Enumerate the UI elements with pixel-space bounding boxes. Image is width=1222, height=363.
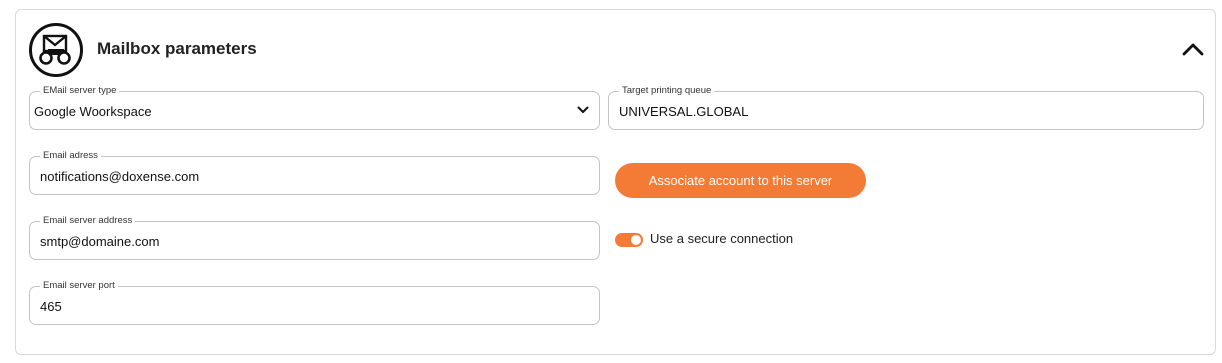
target-printing-queue-field[interactable]: Target printing queue UNIVERSAL.GLOBAL: [608, 85, 1204, 130]
secure-connection-toggle[interactable]: [615, 233, 643, 247]
collapse-button[interactable]: [1179, 37, 1207, 61]
email-server-address-label: Email server address: [40, 215, 136, 227]
email-server-port-label: Email server port: [40, 280, 118, 292]
target-printing-queue-label: Target printing queue: [619, 85, 715, 97]
chevron-down-icon: [577, 106, 589, 113]
secure-connection-label: Use a secure connection: [650, 231, 794, 246]
email-server-port-value: 465: [40, 299, 62, 314]
email-server-type-value: Google Woorkspace: [34, 104, 152, 119]
email-address-field[interactable]: Email adress notifications@doxense.com: [29, 150, 600, 195]
email-address-label: Email adress: [40, 150, 101, 162]
email-address-value: notifications@doxense.com: [40, 169, 200, 184]
chevron-up-icon: [1182, 43, 1204, 56]
email-server-address-value: smtp@domaine.com: [40, 234, 160, 249]
toggle-knob: [631, 235, 641, 245]
email-server-port-field[interactable]: Email server port 465: [29, 280, 600, 325]
associate-account-button[interactable]: Associate account to this server: [615, 163, 866, 198]
panel-title: Mailbox parameters: [97, 39, 257, 58]
email-server-type-select[interactable]: EMail server type Google Woorkspace: [29, 85, 600, 130]
target-printing-queue-value: UNIVERSAL.GLOBAL: [619, 104, 749, 119]
mailbox-binoculars-icon: [29, 23, 83, 77]
mailbox-parameters-panel: Mailbox parameters EMail server type Goo…: [15, 9, 1216, 355]
email-server-type-label: EMail server type: [40, 85, 120, 97]
email-server-address-field[interactable]: Email server address smtp@domaine.com: [29, 215, 600, 260]
